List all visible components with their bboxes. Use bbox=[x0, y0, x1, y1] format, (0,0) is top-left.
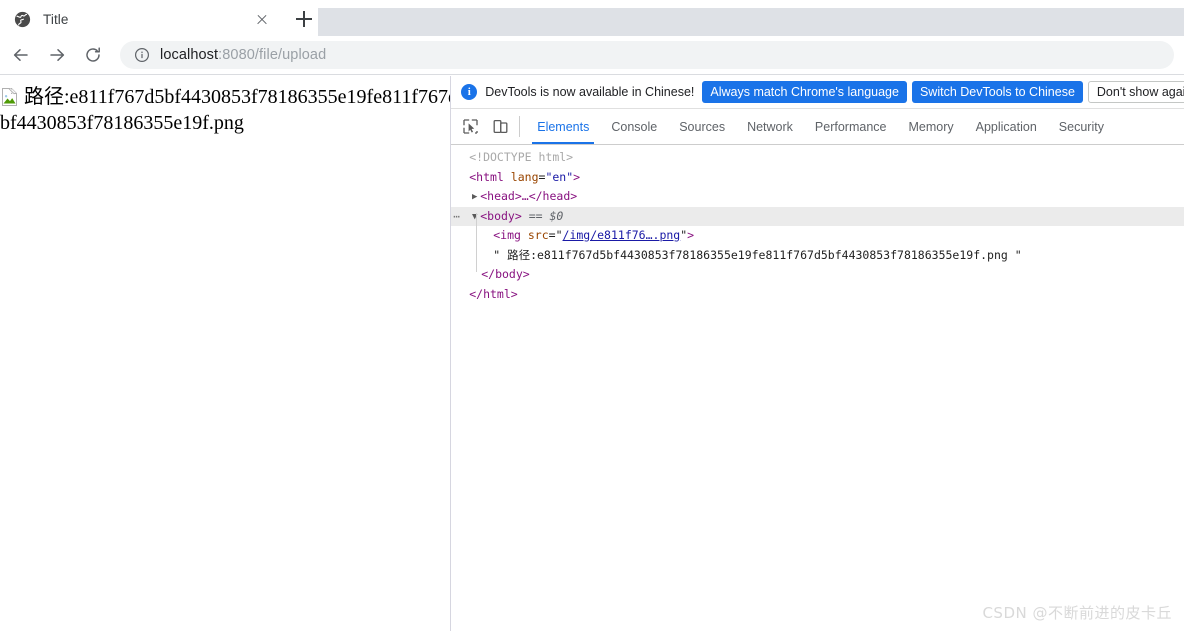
back-button[interactable] bbox=[6, 40, 36, 70]
indent-guide bbox=[476, 213, 478, 272]
info-circle-icon: i bbox=[461, 84, 478, 100]
tab-console[interactable]: Console bbox=[600, 109, 668, 144]
more-options-icon[interactable]: ⋯ bbox=[453, 207, 461, 227]
expand-triangle-icon[interactable]: ▶ bbox=[469, 188, 480, 208]
devtools-panel: i DevTools is now available in Chinese! … bbox=[451, 76, 1184, 631]
tab-application[interactable]: Application bbox=[965, 109, 1048, 144]
forward-button[interactable] bbox=[42, 40, 72, 70]
devtools-language-notification: i DevTools is now available in Chinese! … bbox=[451, 76, 1184, 109]
html-tag: <html bbox=[469, 169, 504, 184]
tab-memory[interactable]: Memory bbox=[897, 109, 964, 144]
img-src-link[interactable]: /img/e811f76….png bbox=[563, 228, 681, 242]
dont-show-again-button[interactable]: Don't show again bbox=[1087, 81, 1184, 103]
address-bar-text: localhost:8080/file/upload bbox=[160, 47, 326, 63]
forward-arrow-icon bbox=[50, 49, 65, 61]
page-content: 路径:e811f767d5bf4430853f78186355e19fe811f… bbox=[0, 76, 452, 137]
dom-row-head[interactable]: ▶ <head>…</head> bbox=[451, 187, 1184, 207]
back-arrow-icon bbox=[13, 49, 28, 61]
doctype-text: <!DOCTYPE html> bbox=[469, 150, 574, 164]
devtools-tab-bar: Elements Console Sources Network Perform… bbox=[451, 109, 1184, 145]
tab-performance[interactable]: Performance bbox=[804, 109, 898, 144]
dom-row-body-close[interactable]: </body> bbox=[451, 265, 1184, 285]
device-toolbar-icon[interactable] bbox=[485, 109, 515, 144]
tab-security[interactable]: Security bbox=[1048, 109, 1115, 144]
dom-row-body-open[interactable]: ⋯ ▼ <body> == $0 bbox=[451, 206, 1184, 228]
new-tab-button[interactable] bbox=[290, 5, 318, 33]
watermark: CSDN @不断前进的皮卡丘 bbox=[982, 603, 1172, 622]
html-lang-value: "en" bbox=[545, 169, 574, 184]
address-path: :8080/file/upload bbox=[218, 47, 327, 63]
close-icon[interactable] bbox=[252, 9, 272, 29]
img-tag-close-bracket: > bbox=[687, 228, 695, 242]
reload-button[interactable] bbox=[78, 40, 108, 70]
tab-elements[interactable]: Elements bbox=[526, 109, 600, 144]
address-host: localhost bbox=[160, 47, 219, 63]
dom-row-text-node[interactable]: " 路径:e811f767d5bf4430853f78186355e19fe81… bbox=[451, 246, 1184, 266]
img-src-attr: src bbox=[527, 228, 549, 242]
dom-row-img[interactable]: <img src="/img/e811f76….png"> bbox=[451, 226, 1184, 246]
img-tag: <img bbox=[493, 228, 521, 242]
body-close-tag: </body> bbox=[481, 267, 530, 281]
address-bar[interactable]: localhost:8080/file/upload bbox=[120, 41, 1174, 69]
collapse-triangle-icon[interactable]: ▼ bbox=[469, 208, 480, 228]
tab-strip-empty-area bbox=[318, 8, 1184, 36]
selected-node-marker: == $0 bbox=[528, 208, 564, 223]
always-match-language-button[interactable]: Always match Chrome's language bbox=[702, 81, 907, 103]
tab-strip: Title bbox=[0, 0, 1184, 36]
dom-tree[interactable]: <!DOCTYPE html> <html lang="en"> ▶ <head>… bbox=[451, 145, 1184, 631]
page-viewport: 路径:e811f767d5bf4430853f78186355e19fe811f… bbox=[0, 76, 452, 631]
html-close-tag: </html> bbox=[469, 286, 518, 301]
head-node-text: <head>…</head> bbox=[480, 189, 578, 203]
browser-window: Title localhost:8080/file/upload 路径:e811… bbox=[0, 0, 1184, 631]
browser-tab[interactable]: Title bbox=[0, 2, 280, 36]
tab-sources[interactable]: Sources bbox=[668, 109, 736, 144]
dom-row-html-open[interactable]: <html lang="en"> bbox=[451, 168, 1184, 188]
globe-icon bbox=[14, 11, 31, 28]
html-tag-close-bracket: > bbox=[573, 169, 581, 184]
broken-image-icon bbox=[0, 87, 20, 107]
html-lang-attr: lang bbox=[510, 169, 539, 184]
notification-message: DevTools is now available in Chinese! bbox=[485, 85, 695, 99]
text-node-content: " 路径:e811f767d5bf4430853f78186355e19fe81… bbox=[493, 247, 1022, 262]
tab-title: Title bbox=[43, 11, 69, 27]
tab-network[interactable]: Network bbox=[736, 109, 804, 144]
content-split: 路径:e811f767d5bf4430853f78186355e19fe811f… bbox=[0, 76, 1184, 631]
dom-row-doctype[interactable]: <!DOCTYPE html> bbox=[451, 148, 1184, 168]
toolbar-divider bbox=[519, 116, 521, 137]
browser-toolbar: localhost:8080/file/upload bbox=[0, 36, 1184, 75]
info-circle-icon[interactable] bbox=[134, 47, 150, 63]
reload-icon bbox=[86, 47, 100, 62]
switch-devtools-language-button[interactable]: Switch DevTools to Chinese bbox=[911, 81, 1083, 103]
page-text: 路径:e811f767d5bf4430853f78186355e19fe811f… bbox=[0, 86, 452, 135]
dom-row-html-close[interactable]: </html> bbox=[451, 285, 1184, 305]
body-tag: <body> bbox=[480, 208, 522, 223]
inspect-element-icon[interactable] bbox=[455, 109, 485, 144]
